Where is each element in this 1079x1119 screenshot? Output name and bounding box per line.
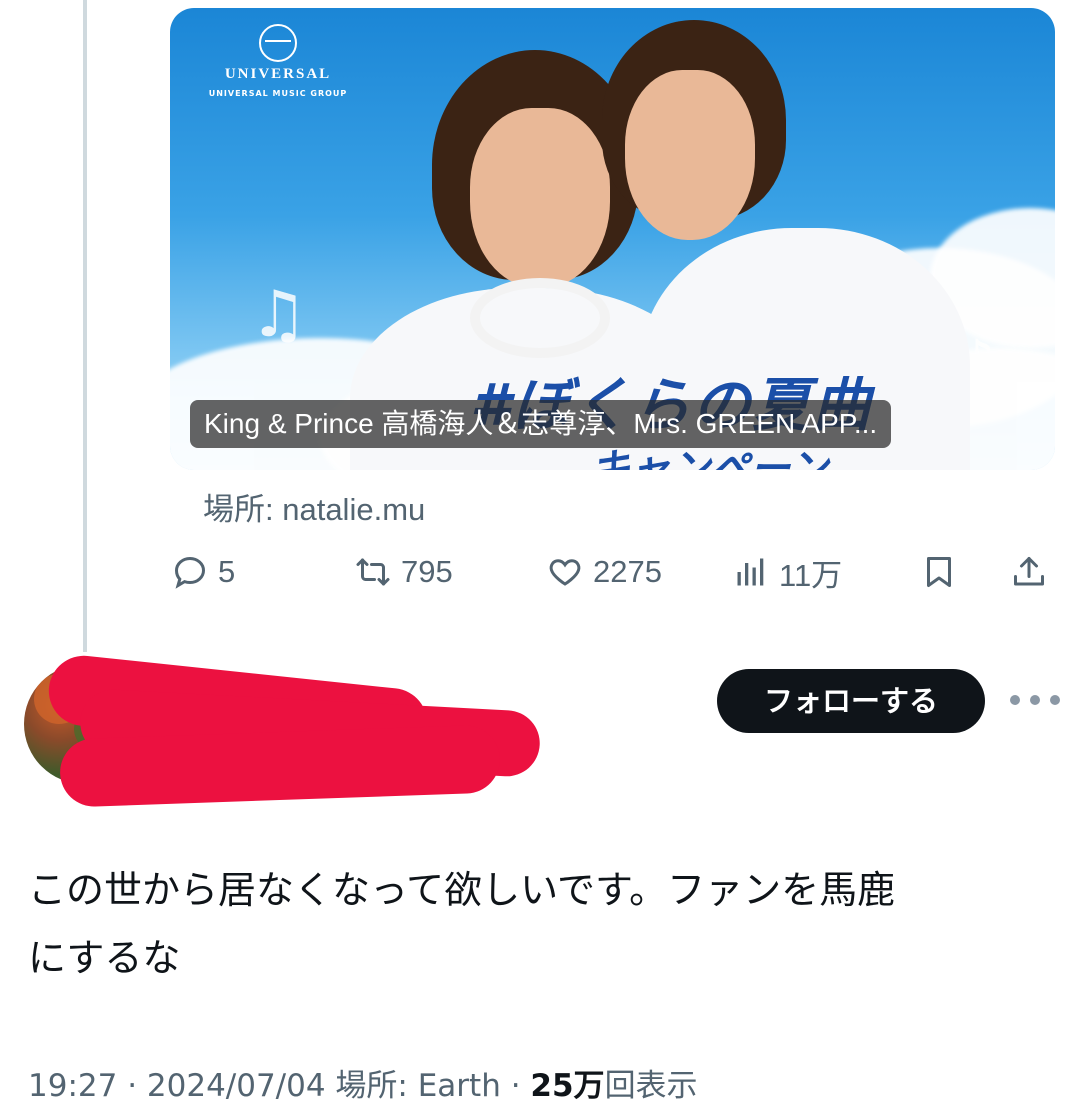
views-icon (737, 558, 764, 586)
tweet-text: この世から居なくなって欲しいです。ファンを馬鹿 にするな (28, 856, 1048, 992)
card-source[interactable]: 場所: natalie.mu (203, 484, 425, 529)
universal-logo: UNIVERSAL UNIVERSAL MUSIC GROUP (188, 24, 368, 98)
view-count: 25万 (530, 1068, 605, 1104)
link-card[interactable]: ♫ ♪ UNIVERSAL UNIVERSAL MUSIC GROUP #ぼくら… (170, 8, 1055, 470)
like-count: 2275 (593, 554, 662, 589)
retweet-icon (356, 558, 390, 586)
music-note-icon: ♫ (250, 278, 308, 352)
tweet-timestamp[interactable]: 19:27 · 2024/07/04 場所: Earth · (28, 1068, 530, 1104)
share-button[interactable] (1011, 550, 1047, 594)
reply-count: 5 (218, 554, 236, 589)
retweet-count: 795 (401, 554, 453, 589)
share-icon (1014, 557, 1044, 586)
globe-icon (259, 24, 297, 62)
like-button[interactable]: 2275 (547, 550, 662, 594)
bookmark-button[interactable] (921, 550, 957, 594)
more-icon[interactable] (1010, 688, 1060, 712)
view-count-suffix: 回表示 (604, 1068, 698, 1104)
retweet-button[interactable]: 795 (355, 550, 453, 594)
tweet-text-line: この世から居なくなって欲しいです。ファンを馬鹿 (28, 868, 896, 912)
logo-wordmark: UNIVERSAL (224, 66, 332, 82)
like-icon (549, 559, 581, 586)
tweet-meta: 19:27 · 2024/07/04 場所: Earth · 25万回表示 (28, 1060, 698, 1105)
views-button[interactable]: 11万 (733, 550, 842, 594)
reply-button[interactable]: 5 (172, 550, 235, 594)
tweet-text-line: にするな (28, 936, 181, 980)
card-caption: King & Prince 高橋海人＆志尊淳、Mrs. GREEN APP... (190, 400, 892, 448)
thread-line (83, 0, 87, 652)
follow-button[interactable]: フォローする (717, 669, 985, 733)
views-count: 11万 (779, 557, 843, 593)
bookmark-icon (927, 557, 951, 587)
logo-subtitle: UNIVERSAL MUSIC GROUP (208, 89, 348, 98)
reply-icon (174, 556, 206, 589)
